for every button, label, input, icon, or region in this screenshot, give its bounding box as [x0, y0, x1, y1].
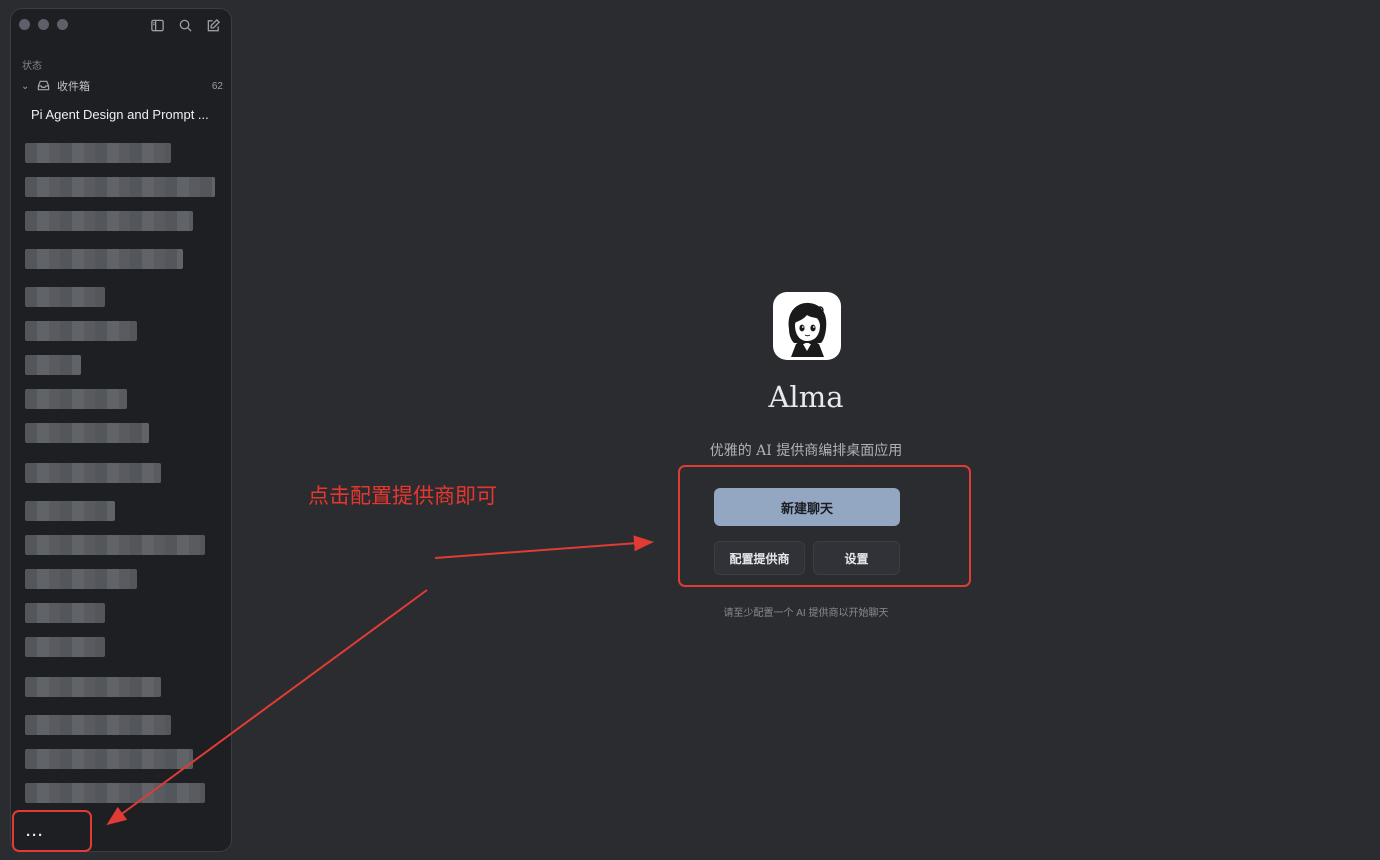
sidebar: 状态 ⌄ 收件箱 62 Pi Agent Design and Prompt .… — [10, 8, 232, 852]
minimize-window-button[interactable] — [38, 19, 49, 30]
chat-list-item[interactable] — [25, 501, 115, 521]
welcome-panel: Alma 优雅的 AI 提供商编排桌面应用 新建聊天 配置提供商 设置 请至少配… — [232, 0, 1380, 860]
app-tagline: 优雅的 AI 提供商编排桌面应用 — [709, 443, 903, 459]
section-label-status: 状态 — [22, 61, 42, 72]
search-icon[interactable] — [177, 17, 193, 33]
provider-hint-text: 请至少配置一个 AI 提供商以开始聊天 — [723, 608, 889, 619]
annotation-highlight-buttons — [678, 465, 971, 587]
chat-list-item[interactable] — [25, 783, 205, 803]
chevron-down-icon[interactable]: ⌄ — [21, 81, 33, 92]
zoom-window-button[interactable] — [57, 19, 68, 30]
window-controls — [19, 19, 68, 30]
inbox-icon — [37, 79, 51, 93]
anime-avatar-icon — [788, 302, 827, 357]
app-title: Alma — [768, 380, 844, 414]
annotation-text: 点击配置提供商即可 — [308, 485, 497, 508]
chat-list-item[interactable] — [25, 535, 205, 555]
chat-list-item[interactable] — [25, 249, 183, 269]
chat-list-item[interactable] — [25, 143, 171, 163]
chat-list-item[interactable] — [25, 211, 193, 231]
chat-list-item[interactable] — [25, 423, 149, 443]
chat-list-item[interactable] — [25, 637, 105, 657]
chat-list-item[interactable] — [25, 463, 161, 483]
inbox-label: 收件箱 — [57, 81, 90, 93]
chat-list-item[interactable] — [25, 321, 137, 341]
compose-icon[interactable] — [205, 17, 221, 33]
close-window-button[interactable] — [19, 19, 30, 30]
sidebar-toolbar — [149, 17, 221, 33]
chat-list-item[interactable] — [25, 569, 137, 589]
annotation-highlight-more — [12, 810, 92, 852]
inbox-count-badge: 62 — [211, 80, 223, 92]
chat-list-item[interactable] — [25, 749, 193, 769]
app-window: 状态 ⌄ 收件箱 62 Pi Agent Design and Prompt .… — [0, 0, 1380, 860]
chat-list-item[interactable] — [25, 603, 105, 623]
sidebar-toggle-icon[interactable] — [149, 17, 165, 33]
inbox-folder[interactable]: ⌄ 收件箱 62 — [21, 77, 223, 95]
app-logo — [773, 292, 841, 360]
chat-list-item[interactable] — [25, 389, 127, 409]
chat-list-item[interactable] — [25, 715, 171, 735]
chat-list-item[interactable] — [25, 355, 81, 375]
chat-list-item[interactable] — [25, 677, 161, 697]
chat-list-item[interactable] — [25, 177, 215, 197]
chat-list-item-active[interactable]: Pi Agent Design and Prompt ... — [31, 107, 221, 122]
chat-list-item[interactable] — [25, 287, 105, 307]
